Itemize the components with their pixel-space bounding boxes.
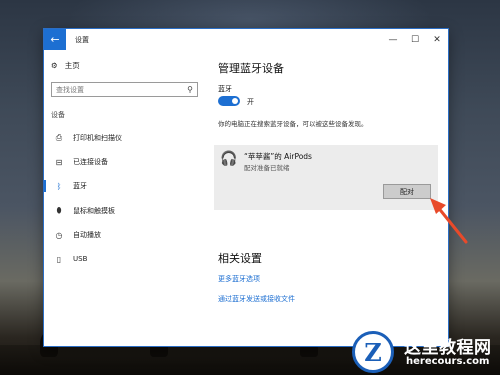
device-card[interactable]: 🎧 “苹苹酱”的 AirPods 配对准备已就绪 配对 — [214, 145, 438, 210]
toggle-state: 开 — [247, 98, 254, 106]
home-label: 主页 — [64, 60, 80, 70]
search-input[interactable]: 查找设置 ⚲ — [51, 82, 198, 97]
back-button[interactable]: ← — [44, 29, 66, 50]
bluetooth-icon: ᛒ — [56, 181, 62, 191]
watermark: Z 这里教程网 herecours.com — [352, 331, 500, 375]
pair-button[interactable]: 配对 — [383, 184, 431, 199]
related-settings-title: 相关设置 — [218, 252, 262, 265]
headphones-icon: 🎧 — [220, 151, 238, 167]
printer-icon: ⎙ — [55, 133, 63, 142]
sidebar-item-mouse[interactable]: ⬮ 鼠标和触摸板 — [44, 202, 204, 220]
maximize-icon: ☐ — [410, 34, 420, 45]
sidebar-item-usb[interactable]: ▯ USB — [44, 250, 204, 268]
sidebar-item-label: 已连接设备 — [73, 158, 108, 166]
close-button[interactable]: ✕ — [426, 29, 448, 50]
sidebar-item-printers[interactable]: ⎙ 打印机和扫描仪 — [44, 129, 204, 147]
more-bluetooth-options-link[interactable]: 更多蓝牙选项 — [218, 274, 260, 284]
connected-devices-icon: ⊟ — [55, 157, 63, 167]
maximize-button[interactable]: ☐ — [404, 29, 426, 50]
usb-icon: ▯ — [56, 254, 62, 264]
device-name: “苹苹酱”的 AirPods — [244, 152, 312, 161]
minimize-button[interactable]: — — [382, 29, 404, 50]
watermark-logo: Z — [352, 331, 394, 373]
watermark-logo-letter: Z — [364, 337, 382, 367]
sidebar-item-bluetooth[interactable]: ᛒ 蓝牙 — [44, 177, 204, 195]
sidebar-item-label: 自动播放 — [73, 231, 101, 239]
window-title: 设置 — [75, 35, 89, 44]
search-icon: ⚲ — [187, 85, 193, 94]
search-placeholder: 查找设置 — [56, 85, 84, 94]
sidebar-item-autoplay[interactable]: ◷ 自动播放 — [44, 226, 204, 244]
sidebar-item-label: USB — [73, 255, 88, 263]
bluetooth-toggle[interactable] — [218, 96, 240, 106]
bluetooth-label: 蓝牙 — [218, 85, 232, 93]
autoplay-icon: ◷ — [55, 230, 63, 240]
settings-window: ← 设置 — ☐ ✕ ⚙ 主页 查找设置 ⚲ 设备 ⎙ 打印机和扫描仪 ⊟ 已连… — [44, 29, 448, 346]
section-label: 设备 — [51, 111, 65, 119]
sidebar-item-label: 打印机和扫描仪 — [73, 134, 122, 142]
watermark-text: 这里教程网 — [404, 338, 492, 358]
device-status: 配对准备已就绪 — [244, 164, 290, 172]
minimize-icon: — — [388, 34, 398, 45]
sidebar: ⚙ 主页 查找设置 ⚲ 设备 ⎙ 打印机和扫描仪 ⊟ 已连接设备 ᛒ 蓝牙 ⬮ … — [44, 50, 204, 346]
mouse-icon: ⬮ — [56, 206, 62, 215]
window-controls: — ☐ ✕ — [382, 29, 448, 50]
sidebar-item-label: 鼠标和触摸板 — [73, 207, 115, 215]
sidebar-item-connected-devices[interactable]: ⊟ 已连接设备 — [44, 153, 204, 171]
back-arrow-icon: ← — [50, 33, 60, 46]
sidebar-item-label: 蓝牙 — [73, 182, 87, 190]
gear-icon: ⚙ — [51, 60, 58, 70]
scan-status-text: 你的电脑正在搜索蓝牙设备，可以被这些设备发现。 — [218, 120, 368, 128]
watermark-url: herecours.com — [406, 356, 490, 367]
send-receive-files-link[interactable]: 通过蓝牙发送或接收文件 — [218, 294, 295, 304]
title-bar: ← 设置 — ☐ ✕ — [44, 29, 448, 50]
page-title: 管理蓝牙设备 — [218, 62, 284, 75]
home-nav-item[interactable]: ⚙ 主页 — [51, 58, 80, 72]
close-icon: ✕ — [433, 34, 441, 45]
content-pane: 管理蓝牙设备 蓝牙 开 你的电脑正在搜索蓝牙设备，可以被这些设备发现。 🎧 “苹… — [214, 50, 448, 346]
